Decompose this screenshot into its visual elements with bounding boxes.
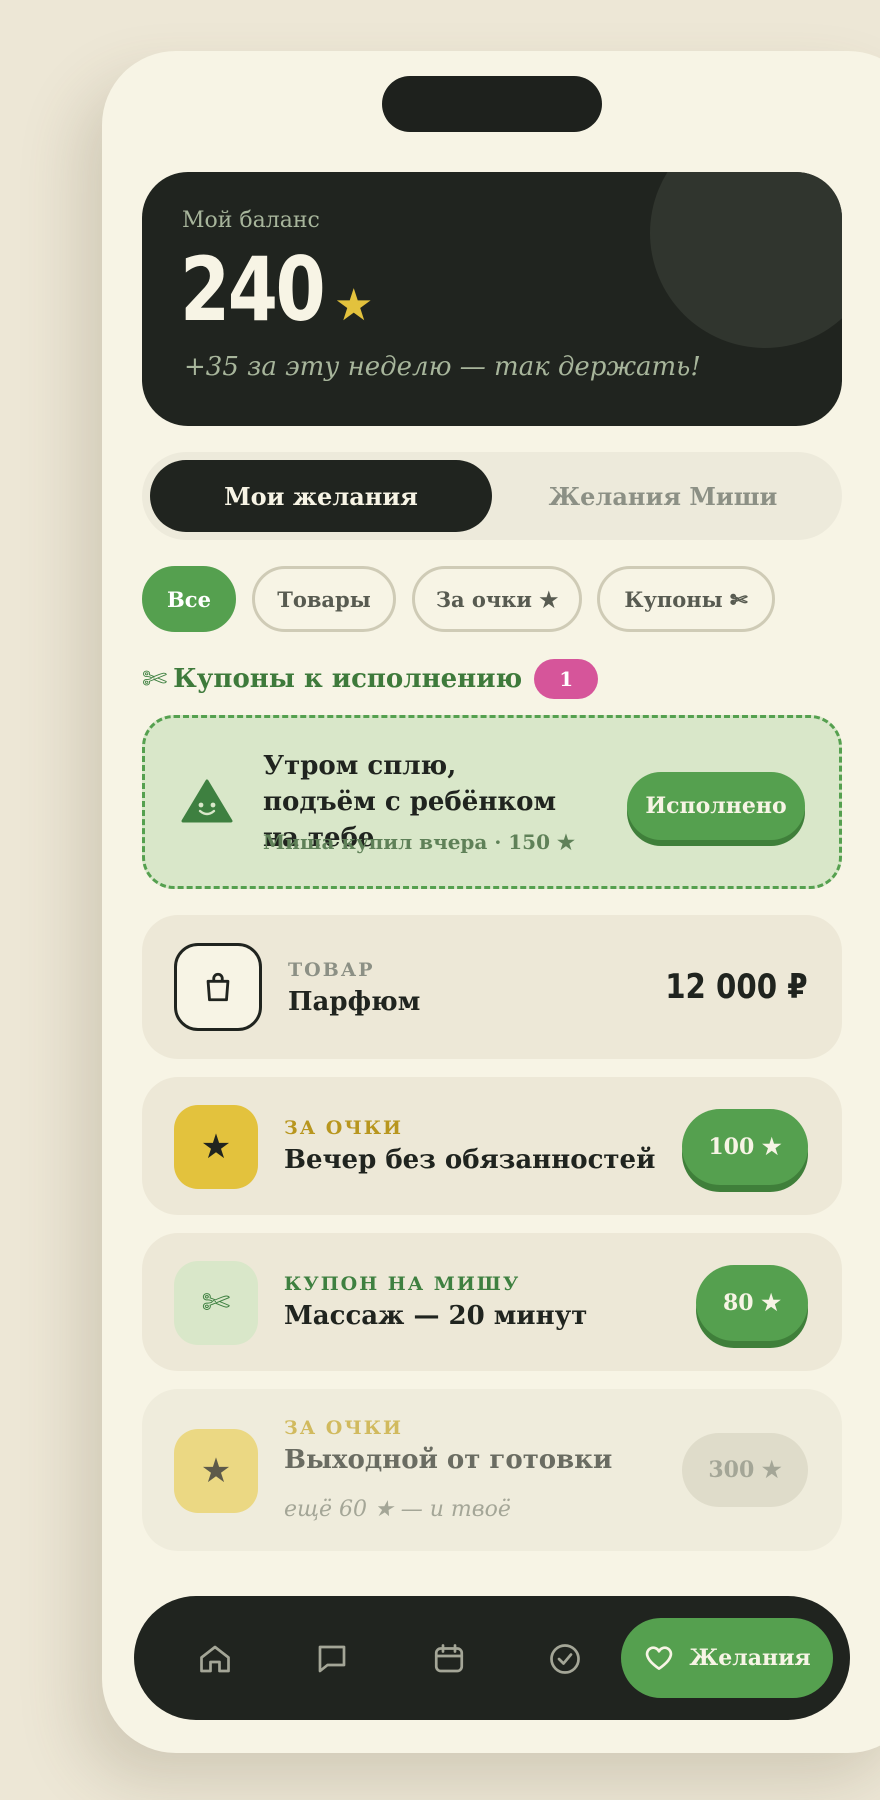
filter-chip-all[interactable]: Все [142,566,236,632]
wish-price: 12 000 ₽ [665,967,808,1007]
scissors-icon: ✄ [174,1261,258,1345]
star-icon: ★ [174,1105,258,1189]
bottom-navigation: Желания [134,1596,850,1720]
coupons-count-badge: 1 [534,659,599,699]
locked-price-pill: 300 ★ [682,1433,808,1507]
check-circle-icon[interactable] [538,1632,592,1686]
wish-progress-hint: ещё 60 ★ — и твоё [284,1497,511,1522]
phone-frame: Мой баланс 240 ★ +35 за эту неделю — так… [102,51,880,1753]
chat-icon[interactable] [305,1632,359,1686]
home-icon[interactable] [188,1632,242,1686]
wish-name: Массаж — 20 минут [284,1301,588,1331]
mark-done-button[interactable]: Исполнено [627,772,805,840]
triangle-mascot-icon [181,779,233,823]
balance-decoration [650,172,842,348]
wishes-tab-switcher: Мои желания Желания Миши [142,452,842,540]
filter-chip-points[interactable]: За очки ★ [412,566,582,632]
shopping-bag-icon [174,943,262,1031]
pending-coupon-card: Утром сплю, подъём с ребёнком на тебе Ми… [142,715,842,889]
phone-notch [382,76,602,132]
coupons-section-title: Купоны к исполнению [173,664,523,694]
calendar-icon[interactable] [422,1632,476,1686]
buy-coupon-button[interactable]: 80 ★ [696,1265,808,1341]
wish-name: Выходной от готовки [284,1445,613,1475]
nav-wishes-button[interactable]: Желания [621,1618,833,1698]
star-icon: ★ [174,1429,258,1513]
filter-chip-goods[interactable]: Товары [252,566,396,632]
wish-card-massage[interactable]: ✄ КУПОН НА МИШУ Массаж — 20 минут 80 ★ [142,1233,842,1371]
filter-chip-coupons[interactable]: Купоны ✄ [597,566,775,632]
scissors-icon: ✄ [142,661,168,697]
pending-coupon-subtitle: Миша купил вчера · 150 ★ [263,830,575,854]
heart-icon [646,1646,673,1670]
tab-my-wishes[interactable]: Мои желания [150,460,492,532]
wish-card-no-cooking[interactable]: ★ ЗА ОЧКИ Выходной от готовки ещё 60 ★ —… [142,1389,842,1551]
balance-weekly-note: +35 за эту неделю — так держать! [184,352,701,382]
wish-card-free-evening[interactable]: ★ ЗА ОЧКИ Вечер без обязанностей 100 ★ [142,1077,842,1215]
balance-amount: 240 [180,238,326,341]
buy-for-points-button[interactable]: 100 ★ [682,1109,808,1185]
balance-card: Мой баланс 240 ★ +35 за эту неделю — так… [142,172,842,426]
wish-kicker: ТОВАР [288,959,375,981]
wish-card-perfume[interactable]: ТОВАР Парфюм 12 000 ₽ [142,915,842,1059]
nav-wishes-label: Желания [689,1645,811,1671]
wish-kicker: ЗА ОЧКИ [284,1417,403,1439]
balance-label: Мой баланс [182,208,320,233]
wish-name: Парфюм [288,987,421,1017]
tab-misha-wishes[interactable]: Желания Миши [492,460,834,532]
balance-star-icon: ★ [334,280,374,331]
wish-name: Вечер без обязанностей [284,1145,656,1175]
wish-kicker: КУПОН НА МИШУ [284,1273,521,1295]
coupons-section-header: ✄ Купоны к исполнению 1 [142,657,599,701]
wish-kicker: ЗА ОЧКИ [284,1117,403,1139]
